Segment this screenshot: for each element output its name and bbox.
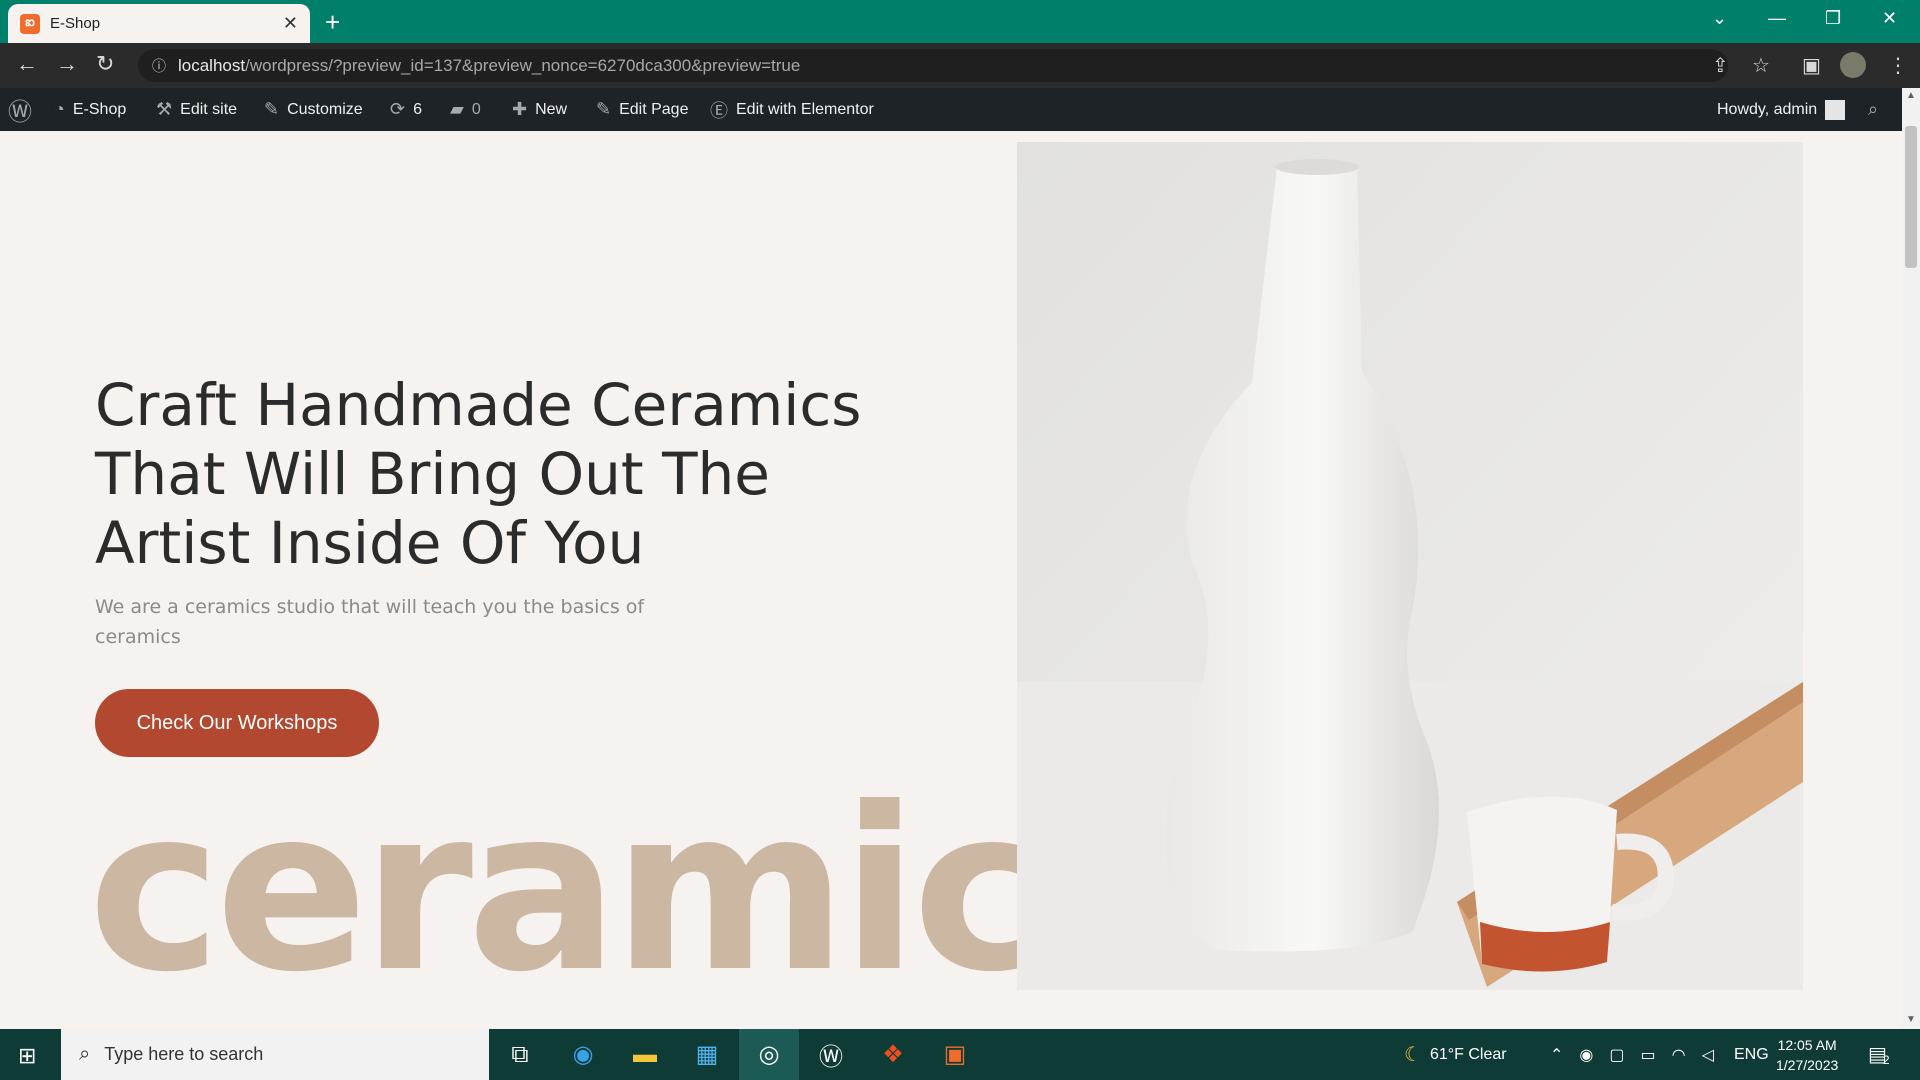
- paintbrush-icon: ✎: [264, 99, 280, 119]
- wp-admin-bar: Ⓦ ◔ E-Shop ⚒ Edit site ✎ Customize ⟳ 6 ▰…: [0, 88, 1920, 131]
- side-panel-icon[interactable]: ▣: [1802, 53, 1821, 78]
- bookmark-star-icon[interactable]: ☆: [1752, 53, 1770, 78]
- windows-taskbar: ⊞ ⌕ Type here to search ⧉ ◉ ▬ ▦ ◎ Ⓦ ❖ ▣ …: [0, 1029, 1920, 1080]
- new-content-menu[interactable]: ✚ New: [512, 88, 567, 131]
- url-text: localhost/wordpress/?preview_id=137&prev…: [178, 55, 801, 75]
- tab-title: E-Shop: [50, 15, 101, 32]
- volume-icon[interactable]: ◁: [1702, 1045, 1714, 1065]
- search-icon: ⌕: [79, 1043, 91, 1065]
- notification-count: 2: [1882, 1052, 1890, 1067]
- windows-start-icon[interactable]: ⊞: [18, 1043, 36, 1069]
- wp-site-menu[interactable]: ◔ E-Shop: [54, 88, 126, 131]
- search-icon: ⌕: [1868, 99, 1879, 119]
- plus-icon: ✚: [512, 99, 528, 119]
- microsoft-store-icon[interactable]: ▦: [677, 1029, 737, 1080]
- hero-subtitle: We are a ceramics studio that will teach…: [95, 596, 645, 648]
- clock[interactable]: 12:05 AM 1/27/2023: [1776, 1029, 1838, 1080]
- notifications-button[interactable]: ▤ 2: [1868, 1029, 1890, 1080]
- file-explorer-icon[interactable]: ▬: [615, 1029, 675, 1080]
- check-workshops-button[interactable]: Check Our Workshops: [95, 689, 379, 757]
- ceramic-display-text: ceramic: [88, 760, 1046, 1022]
- battery-icon[interactable]: ▭: [1641, 1045, 1656, 1065]
- browser-tab[interactable]: ఐ E-Shop ✕: [8, 4, 310, 43]
- vase-and-mug-illustration: [1017, 142, 1803, 990]
- scroll-thumb[interactable]: [1905, 126, 1917, 268]
- forward-icon[interactable]: →: [56, 51, 78, 77]
- close-window-button[interactable]: ✕: [1882, 8, 1897, 29]
- weather-widget[interactable]: ☾ 61°F Clear: [1404, 1029, 1507, 1080]
- close-tab-icon[interactable]: ✕: [283, 13, 298, 34]
- minimize-button[interactable]: —: [1768, 8, 1786, 29]
- hero-title: Craft Handmade Ceramics That Will Bring …: [95, 371, 862, 577]
- vase-photo: [1017, 142, 1803, 990]
- reload-icon[interactable]: ↻: [96, 51, 114, 77]
- user-avatar: [1825, 99, 1846, 120]
- restore-button[interactable]: ❐: [1825, 8, 1841, 29]
- page-content: Craft Handmade Ceramics That Will Bring …: [0, 131, 1902, 1029]
- xampp-favicon-icon: ఐ: [20, 13, 40, 34]
- wordpress-logo-icon: Ⓦ: [8, 99, 32, 126]
- moon-icon: ☾: [1404, 1044, 1422, 1066]
- clock-time: 12:05 AM: [1777, 1036, 1837, 1053]
- new-tab-button[interactable]: +: [325, 7, 340, 38]
- updates-icon: ⟳: [390, 99, 406, 119]
- edit-page-link[interactable]: ✎ Edit Page: [596, 88, 688, 131]
- tab-search-icon[interactable]: ⌄: [1712, 8, 1727, 29]
- updates-link[interactable]: ⟳ 6: [390, 88, 422, 131]
- edit-with-elementor-link[interactable]: Ⓔ Edit with Elementor: [710, 88, 874, 131]
- scroll-up-icon[interactable]: ▲: [1906, 90, 1916, 101]
- my-account-menu[interactable]: Howdy, admin: [1717, 88, 1846, 131]
- updates-count: 6: [413, 100, 422, 118]
- dashboard-icon: ◔: [54, 99, 65, 119]
- edit-site-link[interactable]: ⚒ Edit site: [156, 88, 237, 131]
- xampp-icon[interactable]: ▣: [925, 1029, 985, 1080]
- comments-count: 0: [471, 100, 481, 118]
- task-view-icon[interactable]: ⧉: [490, 1029, 550, 1080]
- comments-link[interactable]: ▰ 0: [450, 88, 481, 131]
- back-icon[interactable]: ←: [16, 51, 38, 77]
- chrome-icon[interactable]: ◎: [739, 1029, 799, 1080]
- site-name: E-Shop: [72, 100, 127, 118]
- show-hidden-icons-icon[interactable]: ⌃: [1550, 1045, 1563, 1065]
- page-scrollbar[interactable]: ▲ ▼: [1902, 88, 1920, 1029]
- clock-date: 1/27/2023: [1776, 1056, 1839, 1073]
- comment-icon: ▰: [450, 99, 464, 119]
- system-tray-icons[interactable]: ⌃ ◉ ▢ ▭ ◠ ◁: [1550, 1029, 1714, 1080]
- scroll-down-icon[interactable]: ▼: [1906, 1014, 1916, 1025]
- address-bar[interactable]: ⓘ localhost/wordpress/?preview_id=137&pr…: [138, 49, 1728, 82]
- edge-icon[interactable]: ◉: [553, 1029, 613, 1080]
- browser-toolbar: ← → ↻ ⓘ localhost/wordpress/?preview_id=…: [0, 43, 1920, 88]
- share-icon[interactable]: ⇪: [1712, 53, 1729, 78]
- elementor-icon: Ⓔ: [710, 100, 728, 121]
- record-icon[interactable]: ◉: [1579, 1045, 1593, 1065]
- pencil-icon: ✎: [596, 99, 612, 119]
- language-indicator[interactable]: ENG: [1734, 1029, 1769, 1080]
- word-icon[interactable]: Ⓦ: [801, 1029, 861, 1080]
- profile-avatar[interactable]: [1840, 52, 1866, 78]
- browser-tab-strip: ఐ E-Shop ✕ + ⌄ — ❐ ✕: [0, 0, 1920, 43]
- meet-icon[interactable]: ▢: [1609, 1045, 1624, 1065]
- browser-menu-icon[interactable]: ⋮: [1888, 53, 1908, 78]
- wp-logo-menu[interactable]: Ⓦ: [8, 88, 32, 131]
- customize-link[interactable]: ✎ Customize: [264, 88, 363, 131]
- site-info-icon[interactable]: ⓘ: [152, 56, 166, 76]
- figma-icon[interactable]: ❖: [863, 1029, 923, 1080]
- search-button[interactable]: ⌕: [1868, 88, 1878, 131]
- hammer-icon: ⚒: [156, 99, 173, 119]
- taskbar-search-box[interactable]: ⌕ Type here to search: [61, 1029, 489, 1080]
- wifi-icon[interactable]: ◠: [1672, 1045, 1686, 1065]
